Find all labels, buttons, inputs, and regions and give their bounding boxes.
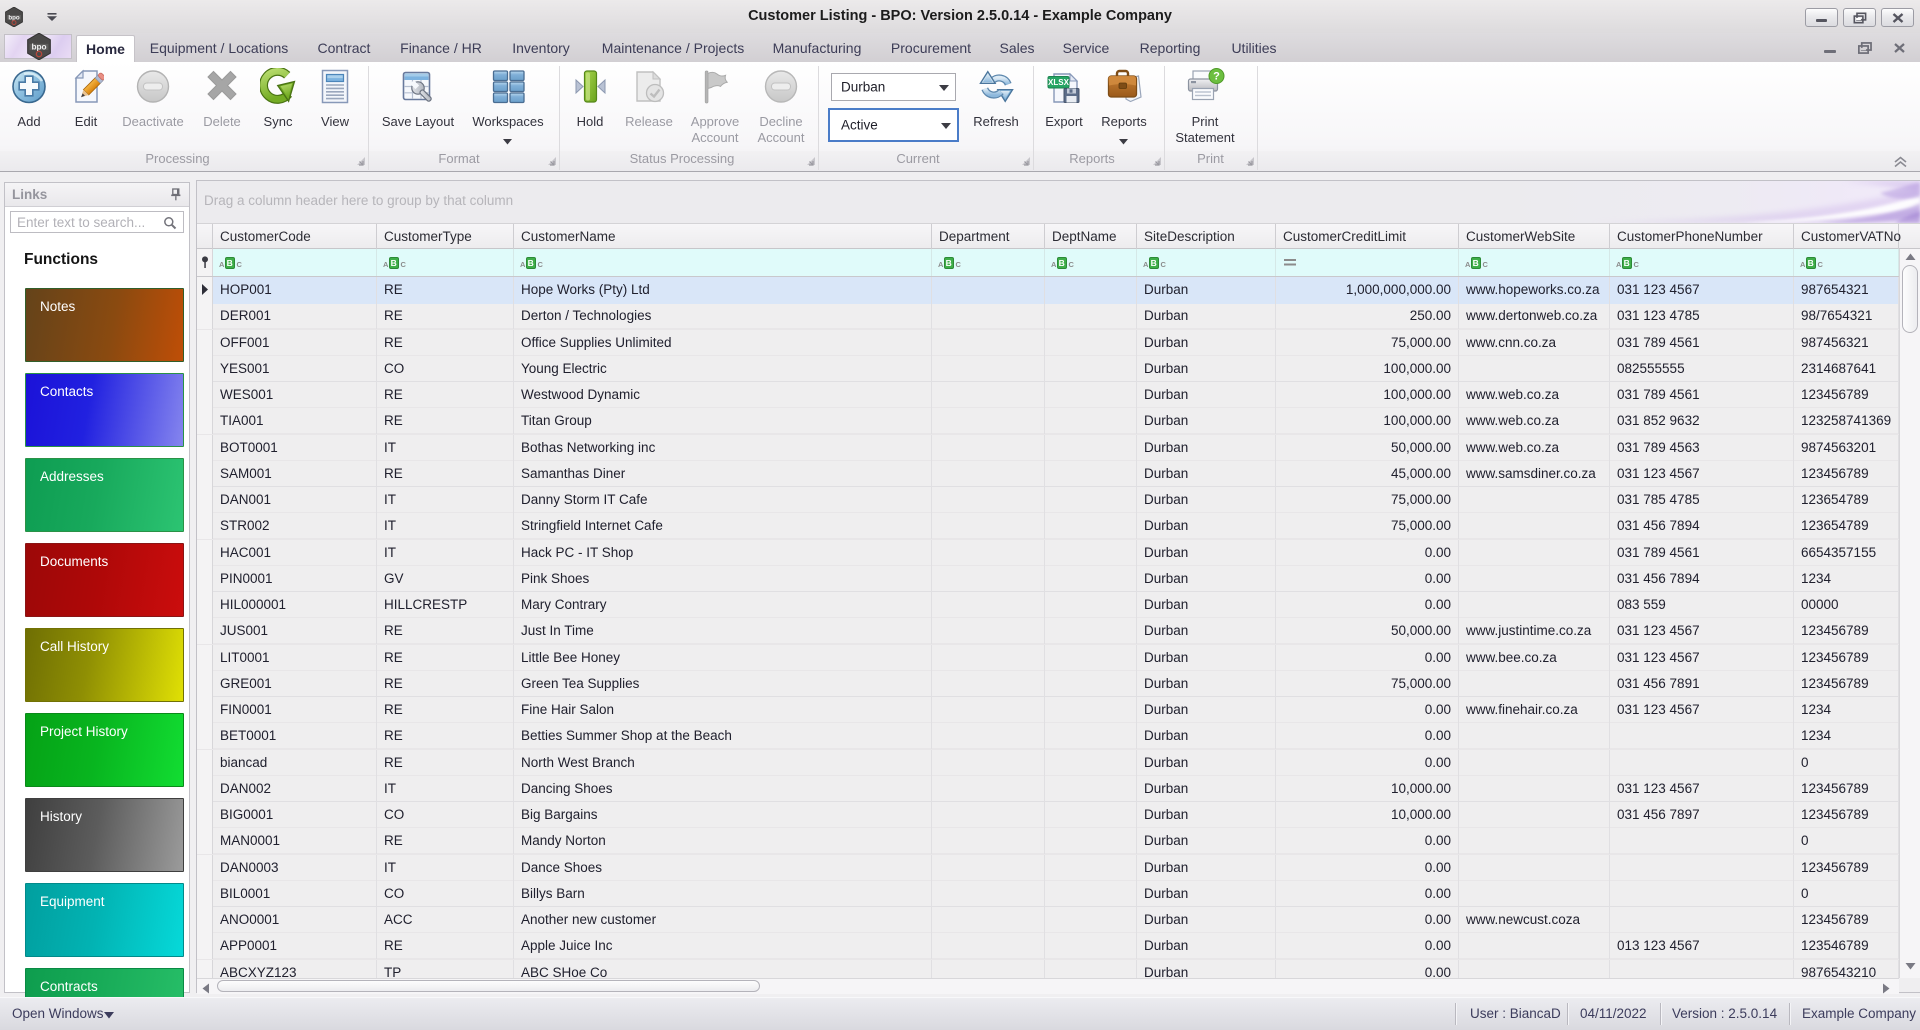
svg-text:?: ? [1213,71,1220,83]
svg-text:bpo: bpo [31,43,46,52]
svg-text:XLSX: XLSX [1048,78,1070,87]
